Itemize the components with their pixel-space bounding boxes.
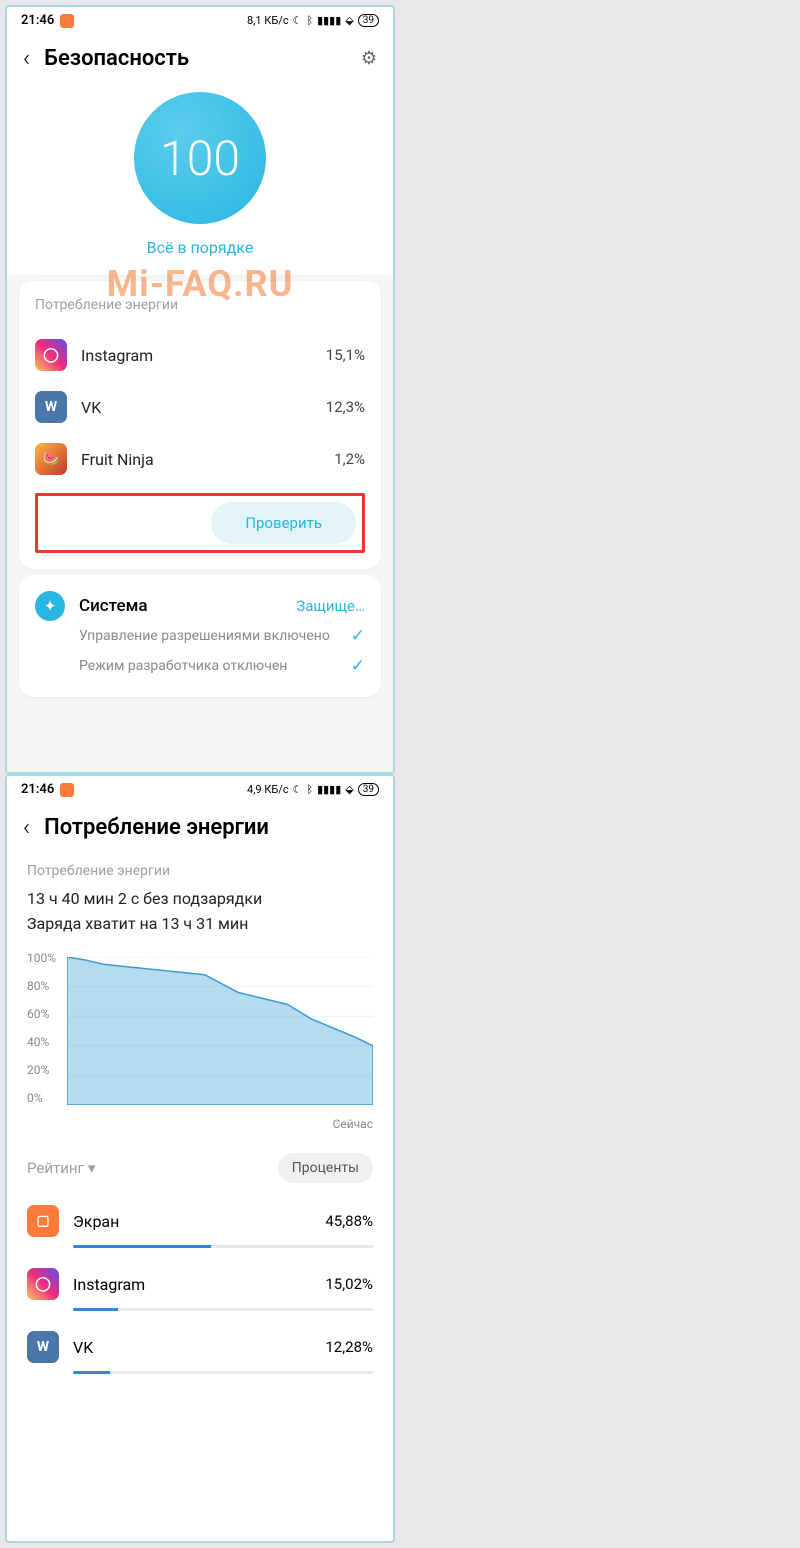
moon-icon: ☾ [293, 783, 303, 796]
screenshot-right: 21:46 4,9 КБ/с ☾ ᛒ ▮▮▮▮ ⬙ 39 ‹ Потреблен… [5, 774, 395, 1543]
check-icon: ✓ [351, 656, 365, 676]
battery-chart: 100% 80% 60% 40% 20% 0% Сейчас [27, 951, 373, 1131]
app-row[interactable]: ◯ Instagram 15,1% [35, 329, 365, 381]
page-title: Безопасность [44, 46, 347, 71]
system-item: Режим разработчика отключен ✓ [35, 651, 365, 681]
status-time: 21:46 [21, 782, 54, 797]
system-item: Управление разрешениями включено ✓ [35, 621, 365, 651]
header: ‹ Потребление энергии [7, 803, 393, 851]
screen-icon: ▢ [27, 1205, 59, 1237]
section-label: Потребление энергии [35, 297, 365, 313]
wifi-icon: ⬙ [345, 783, 353, 796]
chart-svg [67, 957, 373, 1105]
system-card: ✦ Система Защище… Управление разрешениям… [19, 575, 381, 697]
back-icon[interactable]: ‹ [23, 44, 30, 72]
bluetooth-icon: ᛒ [306, 783, 313, 796]
vk-icon: W [35, 391, 67, 423]
vk-icon: W [27, 1331, 59, 1363]
uptime-line: 13 ч 40 мин 2 с без подзарядки [27, 889, 373, 908]
battery-icon: 39 [358, 783, 379, 796]
back-icon[interactable]: ‹ [23, 813, 30, 841]
check-icon: ✓ [351, 626, 365, 646]
shield-icon: ✦ [35, 591, 65, 621]
battery-icon: 39 [358, 14, 379, 27]
statusbar: 21:46 8,1 КБ/с ☾ ᛒ ▮▮▮▮ ⬙ 39 [7, 7, 393, 34]
check-button[interactable]: Проверить [211, 502, 356, 544]
app-row[interactable]: 🍉 Fruit Ninja 1,2% [35, 433, 365, 485]
header: ‹ Безопасность ⚙ [7, 34, 393, 82]
instagram-icon: ◯ [27, 1268, 59, 1300]
fruit-ninja-icon: 🍉 [35, 443, 67, 475]
bluetooth-icon: ᛒ [306, 14, 313, 27]
net-speed: 4,9 КБ/с [247, 783, 289, 796]
security-score: 100 [134, 92, 266, 224]
filter-row: Рейтинг ▾ Проценты [27, 1153, 373, 1183]
net-speed: 8,1 КБ/с [247, 14, 289, 27]
signal-icon: ▮▮▮▮ [317, 783, 341, 796]
system-header[interactable]: ✦ Система Защище… [35, 591, 365, 621]
usage-row[interactable]: ▢ Экран 45,88% [27, 1195, 373, 1258]
screenshot-left: 21:46 8,1 КБ/с ☾ ᛒ ▮▮▮▮ ⬙ 39 ‹ Безопасно… [5, 5, 395, 774]
mode-toggle[interactable]: Проценты [278, 1153, 373, 1183]
wifi-icon: ⬙ [345, 14, 353, 27]
signal-icon: ▮▮▮▮ [317, 14, 341, 27]
energy-card: Потребление энергии ◯ Instagram 15,1% W … [19, 281, 381, 569]
app-row[interactable]: W VK 12,3% [35, 381, 365, 433]
notification-dot-icon [60, 783, 74, 797]
sort-dropdown[interactable]: Рейтинг ▾ [27, 1159, 95, 1177]
moon-icon: ☾ [293, 14, 303, 27]
section-label: Потребление энергии [27, 863, 373, 879]
x-axis-label: Сейчас [333, 1117, 373, 1131]
status-text: Всё в порядке [7, 238, 393, 257]
page-title: Потребление энергии [44, 815, 377, 840]
statusbar: 21:46 4,9 КБ/с ☾ ᛒ ▮▮▮▮ ⬙ 39 [7, 776, 393, 803]
usage-row[interactable]: W VK 12,28% [27, 1321, 373, 1384]
gear-icon[interactable]: ⚙ [361, 48, 377, 69]
status-time: 21:46 [21, 13, 54, 28]
instagram-icon: ◯ [35, 339, 67, 371]
usage-row[interactable]: ◯ Instagram 15,02% [27, 1258, 373, 1321]
highlight-box: Проверить [35, 493, 365, 553]
chevron-down-icon: ▾ [88, 1159, 96, 1177]
remaining-line: Заряда хватит на 13 ч 31 мин [27, 914, 373, 933]
notification-dot-icon [60, 14, 74, 28]
